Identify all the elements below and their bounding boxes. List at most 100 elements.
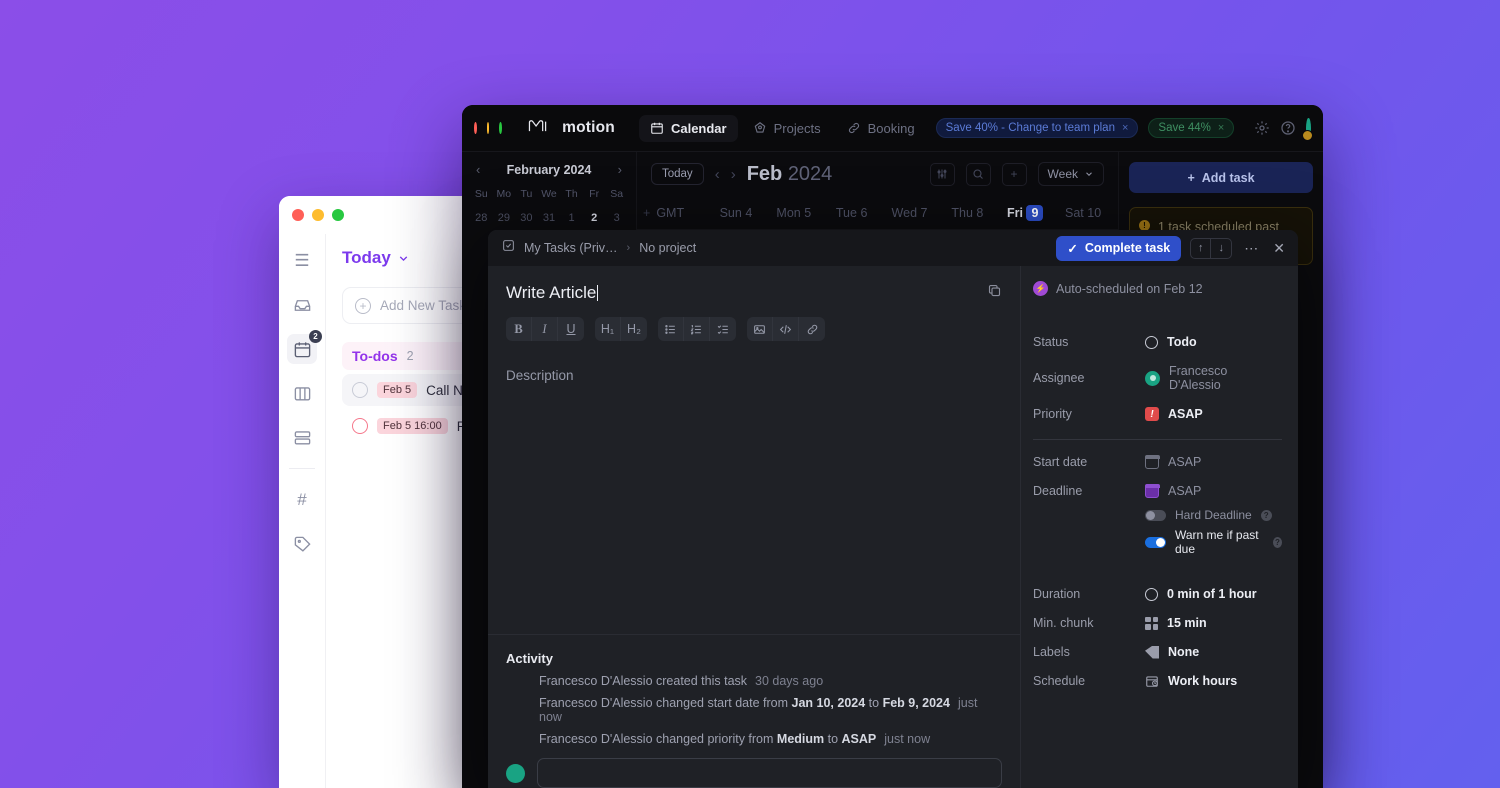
search-icon[interactable] xyxy=(965,162,991,186)
day-column-header[interactable]: Wed 7 xyxy=(881,206,939,220)
copy-icon[interactable] xyxy=(987,283,1002,303)
mini-day-cell[interactable]: 1 xyxy=(560,209,583,227)
tab-booking[interactable]: Booking xyxy=(836,115,926,142)
prev-week-button[interactable]: ‹ xyxy=(715,166,720,183)
promo-banner-team-plan[interactable]: Save 40% - Change to team plan × xyxy=(935,118,1139,138)
field-value[interactable]: None xyxy=(1145,645,1199,659)
underline-button[interactable]: U xyxy=(558,317,584,341)
next-task-button[interactable]: ↓ xyxy=(1211,237,1233,259)
more-options-icon[interactable]: ⋯ xyxy=(1241,240,1261,257)
next-week-button[interactable]: › xyxy=(731,166,736,183)
field-status[interactable]: Status Todo xyxy=(1033,335,1282,349)
maximize-window-button[interactable] xyxy=(499,122,503,134)
help-icon[interactable]: ? xyxy=(1260,509,1272,521)
field-priority[interactable]: Priority ! ASAP xyxy=(1033,407,1282,421)
toggle-warn-past-due[interactable]: Warn me if past due ? xyxy=(1033,528,1282,556)
mini-day-cell[interactable]: 31 xyxy=(538,209,561,227)
mini-day-cell[interactable]: 3 xyxy=(605,209,628,227)
warn-past-due-toggle[interactable] xyxy=(1145,536,1166,548)
close-icon[interactable]: ✕ xyxy=(1270,240,1288,257)
mini-day-cell[interactable]: 29 xyxy=(493,209,516,227)
field-value[interactable]: Work hours xyxy=(1145,674,1237,688)
maximize-window-button[interactable] xyxy=(332,209,344,221)
heading-1-button[interactable]: H₁ xyxy=(595,317,621,341)
field-value[interactable]: 0 min of 1 hour xyxy=(1145,587,1257,601)
mini-day-cell[interactable]: 28 xyxy=(470,209,493,227)
previous-task-button[interactable]: ↑ xyxy=(1190,237,1212,259)
comment-row xyxy=(488,746,1020,788)
field-value[interactable]: 15 min xyxy=(1145,616,1207,630)
minimize-window-button[interactable] xyxy=(486,122,490,134)
day-column-header[interactable]: Sun 4 xyxy=(707,206,765,220)
day-column-header[interactable]: Sat 10 xyxy=(1054,206,1112,220)
field-value[interactable]: ! ASAP xyxy=(1145,407,1203,421)
breadcrumb-subproject[interactable]: No project xyxy=(639,241,696,255)
comment-input[interactable] xyxy=(537,758,1002,788)
promo-banner-save-44[interactable]: Save 44% × xyxy=(1148,118,1235,138)
close-window-button[interactable] xyxy=(474,122,477,134)
task-checkbox[interactable] xyxy=(352,418,368,434)
field-value[interactable]: ASAP xyxy=(1144,483,1201,498)
breadcrumb-project[interactable]: My Tasks (Priv… xyxy=(524,241,618,255)
menu-icon[interactable]: ☰ xyxy=(287,246,317,276)
modal-main-column: Write Article B I U H₁ H₂ Description Ac… xyxy=(488,266,1021,788)
view-selector[interactable]: Week xyxy=(1037,162,1104,186)
link-button[interactable] xyxy=(799,317,825,341)
numbered-list-button[interactable] xyxy=(684,317,710,341)
inbox-icon[interactable] xyxy=(287,290,317,320)
field-labels[interactable]: Labels None xyxy=(1033,645,1282,659)
close-icon[interactable]: × xyxy=(1218,122,1224,134)
bullet-list-button[interactable] xyxy=(658,317,684,341)
checklist-button[interactable] xyxy=(710,317,736,341)
add-event-icon[interactable]: + xyxy=(1001,162,1027,186)
mini-day-cell-current[interactable]: 2 xyxy=(583,209,606,227)
prev-month-button[interactable]: ‹ xyxy=(476,162,480,177)
code-button[interactable] xyxy=(773,317,799,341)
tag-icon[interactable] xyxy=(287,529,317,559)
italic-button[interactable]: I xyxy=(532,317,558,341)
day-column-header[interactable]: Thu 8 xyxy=(938,206,996,220)
tab-projects[interactable]: Projects xyxy=(742,115,832,142)
auto-scheduled-badge[interactable]: ⚡ Auto-scheduled on Feb 12 xyxy=(1033,281,1282,296)
timezone-label[interactable]: + GMT xyxy=(643,206,707,220)
board-icon[interactable] xyxy=(287,378,317,408)
minimize-window-button[interactable] xyxy=(312,209,324,221)
field-assignee[interactable]: Assignee Francesco D'Alessio xyxy=(1033,364,1282,392)
insert-group xyxy=(747,317,825,341)
field-start-date[interactable]: Start date ASAP xyxy=(1033,454,1282,469)
help-icon[interactable] xyxy=(1280,117,1296,139)
field-value[interactable]: Todo xyxy=(1145,335,1197,349)
list-icon[interactable] xyxy=(287,422,317,452)
day-column-header-today[interactable]: Fri 9 xyxy=(996,204,1054,221)
today-button[interactable]: Today xyxy=(651,163,704,185)
hash-icon[interactable]: # xyxy=(287,485,317,515)
tab-calendar[interactable]: Calendar xyxy=(638,114,738,142)
day-column-header[interactable]: Tue 6 xyxy=(823,206,881,220)
filter-icon[interactable] xyxy=(929,162,955,186)
field-value[interactable]: ASAP xyxy=(1144,454,1201,469)
toggle-hard-deadline[interactable]: Hard Deadline ? xyxy=(1033,508,1282,522)
gear-icon[interactable] xyxy=(1254,117,1270,139)
heading-2-button[interactable]: H₂ xyxy=(621,317,647,341)
field-min-chunk[interactable]: Min. chunk 15 min xyxy=(1033,616,1282,630)
field-deadline[interactable]: Deadline ASAP xyxy=(1033,483,1282,498)
image-button[interactable] xyxy=(747,317,773,341)
field-duration[interactable]: Duration 0 min of 1 hour xyxy=(1033,587,1282,601)
complete-task-button[interactable]: ✓ Complete task xyxy=(1056,235,1182,261)
next-month-button[interactable]: › xyxy=(618,162,622,177)
avatar[interactable] xyxy=(1302,117,1313,141)
description-editor[interactable]: Description xyxy=(488,341,1020,635)
calendar-icon[interactable]: 2 xyxy=(287,330,322,364)
close-icon[interactable]: × xyxy=(1122,122,1128,134)
task-checkbox[interactable] xyxy=(352,382,368,398)
field-value[interactable]: Francesco D'Alessio xyxy=(1145,364,1282,392)
close-window-button[interactable] xyxy=(292,209,304,221)
task-title-input[interactable]: Write Article xyxy=(506,283,977,303)
help-icon[interactable]: ? xyxy=(1272,536,1282,548)
day-column-header[interactable]: Mon 5 xyxy=(765,206,823,220)
field-schedule[interactable]: Schedule Work hours xyxy=(1033,674,1282,688)
add-task-button[interactable]: + Add task xyxy=(1129,162,1313,193)
hard-deadline-toggle[interactable] xyxy=(1145,509,1166,521)
bold-button[interactable]: B xyxy=(506,317,532,341)
mini-day-cell[interactable]: 30 xyxy=(515,209,538,227)
